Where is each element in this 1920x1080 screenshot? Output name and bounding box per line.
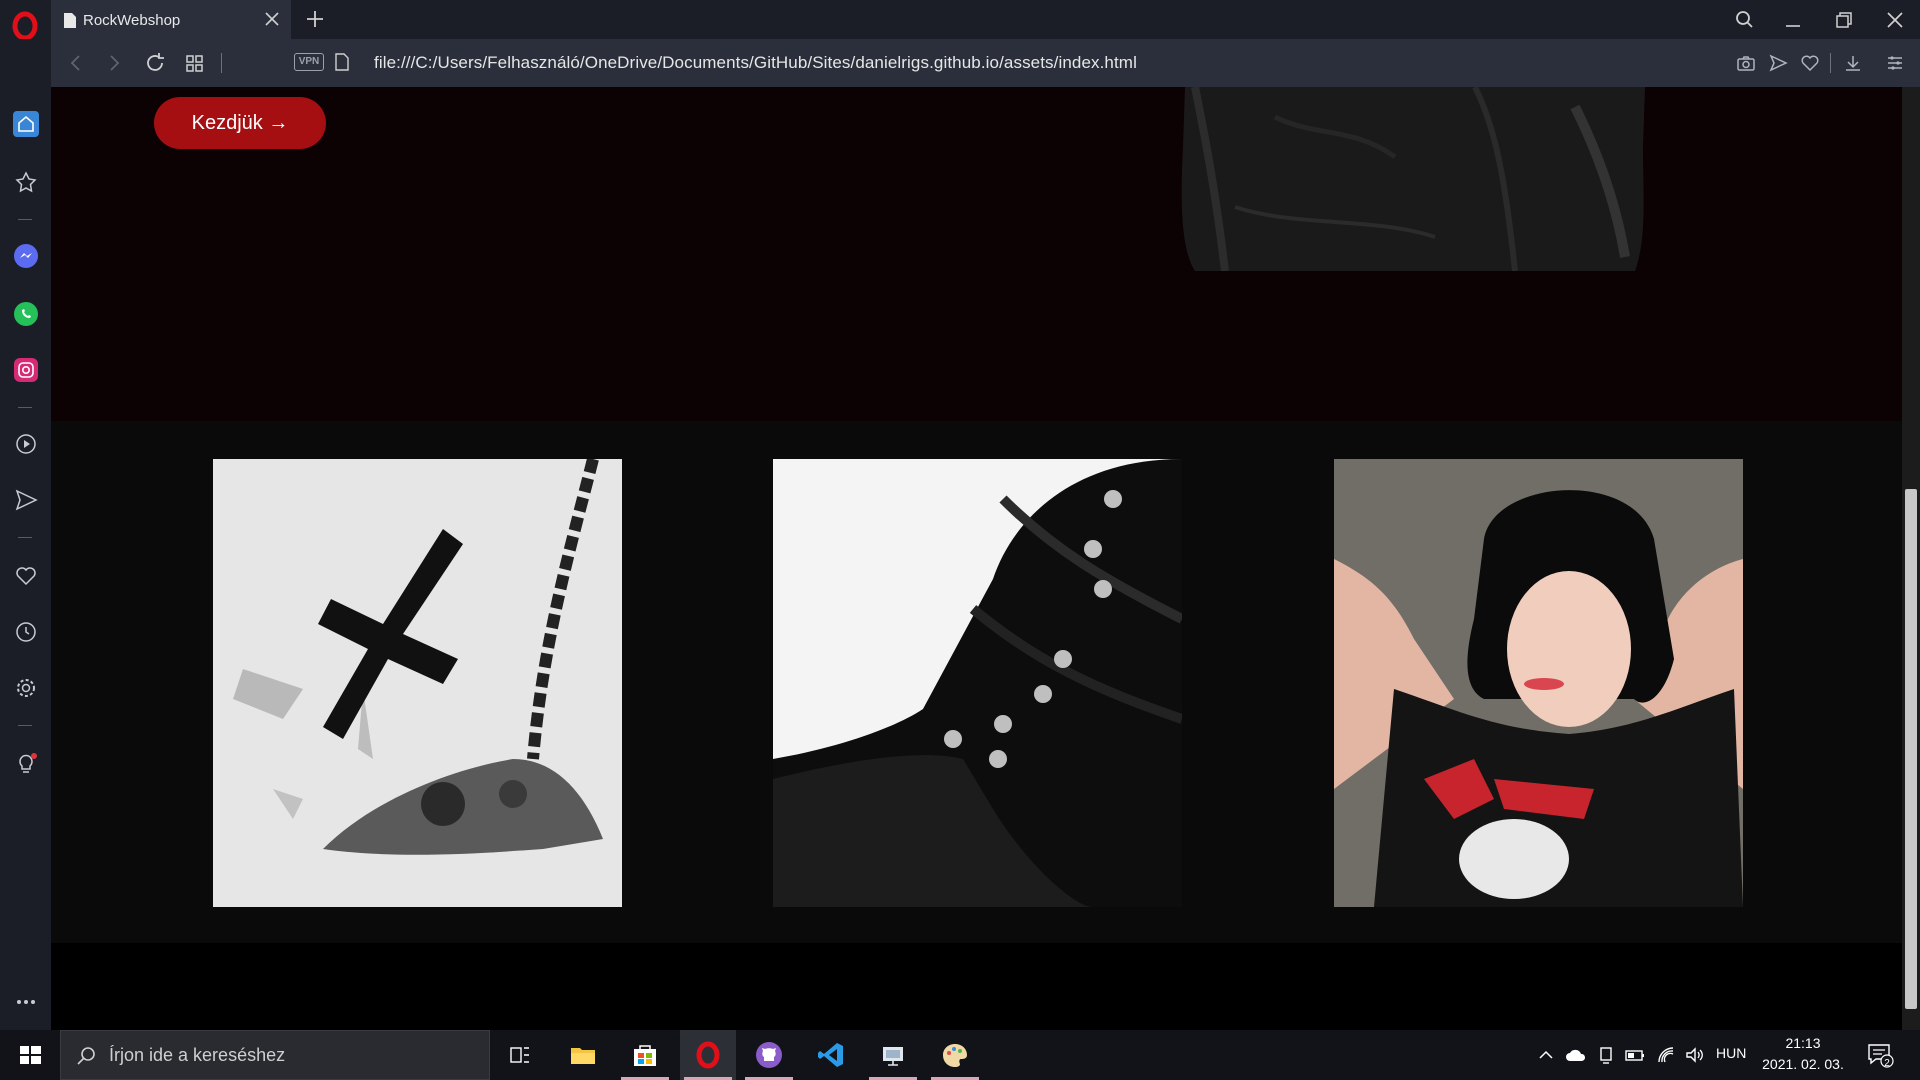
device-icon[interactable]: [1597, 1045, 1615, 1065]
reload-icon[interactable]: [143, 51, 167, 75]
opera-taskbar-icon[interactable]: [693, 1040, 723, 1070]
file-explorer-icon[interactable]: [568, 1040, 598, 1070]
sidebar-divider: [18, 219, 32, 220]
divider: [1830, 53, 1831, 73]
more-options-icon[interactable]: [13, 989, 39, 1015]
presentation-app-icon[interactable]: [878, 1040, 908, 1070]
taskbar-search-box[interactable]: Írjon ide a kereséshez: [60, 1030, 490, 1080]
hero-section: Kezdjük →: [51, 87, 1902, 421]
taskbar-clock[interactable]: 21:13 2021. 02. 03.: [1755, 1033, 1851, 1075]
leather-boots-image: [773, 459, 1182, 907]
restore-icon[interactable]: [1829, 6, 1859, 34]
sidebar-divider: [18, 407, 32, 408]
opera-menu-icon[interactable]: [10, 9, 40, 43]
tab-title: RockWebshop: [83, 12, 181, 29]
speed-dial-sidebar-icon[interactable]: [13, 169, 39, 195]
bookmarks-icon[interactable]: [13, 563, 39, 589]
bookmark-heart-icon[interactable]: [1798, 51, 1822, 75]
forward-icon[interactable]: [102, 51, 126, 75]
volume-icon[interactable]: [1684, 1045, 1704, 1065]
sidebar-divider: [18, 537, 32, 538]
cross-necklace-image: [213, 459, 622, 907]
hero-jacket-image: [1181, 87, 1645, 271]
vpn-badge[interactable]: VPN: [294, 53, 324, 71]
page-scrollbar[interactable]: [1902, 87, 1920, 1030]
windows-taskbar: Írjon ide a kereséshez HUN 21:13 2021. 0…: [0, 1030, 1920, 1080]
file-icon: [64, 13, 76, 28]
clock-date: 2021. 02. 03.: [1762, 1056, 1844, 1072]
page-footer-area: [51, 943, 1902, 1030]
snapshot-icon[interactable]: [1734, 51, 1758, 75]
easy-setup-icon[interactable]: [1883, 51, 1907, 75]
send-to-flow-icon[interactable]: [1766, 51, 1790, 75]
close-tab-icon[interactable]: [263, 10, 281, 28]
browser-tab[interactable]: RockWebshop: [51, 0, 291, 39]
start-button[interactable]: Kezdjük →: [154, 97, 326, 149]
webpage: Kezdjük →: [51, 87, 1902, 1030]
close-window-icon[interactable]: [1880, 6, 1910, 34]
scrollbar-thumb[interactable]: [1905, 489, 1917, 1009]
divider: [221, 53, 222, 73]
notification-count: 2: [1884, 1058, 1890, 1069]
input-language[interactable]: HUN: [1716, 1045, 1746, 1061]
gallery-section: [51, 421, 1902, 943]
battery-icon[interactable]: [1624, 1046, 1646, 1064]
search-placeholder: Írjon ide a kereséshez: [109, 1045, 286, 1065]
back-icon[interactable]: [64, 51, 88, 75]
minimize-icon[interactable]: [1778, 6, 1808, 34]
my-flow-icon[interactable]: [13, 487, 39, 513]
whatsapp-icon[interactable]: [13, 301, 39, 327]
browser-sidebar: [0, 39, 51, 1030]
paint-app-icon[interactable]: [940, 1040, 970, 1070]
home-icon[interactable]: [13, 111, 39, 137]
downloads-icon[interactable]: [1841, 51, 1865, 75]
clock-time: 21:13: [1785, 1035, 1821, 1051]
new-tab-icon[interactable]: [303, 7, 327, 31]
task-view-icon[interactable]: [505, 1040, 535, 1070]
messenger-icon[interactable]: [13, 243, 39, 269]
sidebar-divider: [18, 725, 32, 726]
woman-band-shirt-image: [1334, 459, 1743, 907]
player-icon[interactable]: [13, 431, 39, 457]
features-bulb-icon[interactable]: [13, 751, 39, 777]
settings-icon[interactable]: [13, 675, 39, 701]
onedrive-cloud-icon[interactable]: [1565, 1045, 1587, 1065]
address-bar: VPN file:///C:/Users/Felhasználó/OneDriv…: [51, 39, 1920, 87]
page-info-icon[interactable]: [335, 53, 349, 71]
tab-bar: RockWebshop: [0, 0, 1920, 41]
instagram-icon[interactable]: [13, 357, 39, 383]
search-tabs-icon[interactable]: [1730, 6, 1760, 34]
microsoft-store-icon[interactable]: [630, 1040, 660, 1070]
speed-dial-icon[interactable]: [183, 51, 207, 75]
url-field[interactable]: file:///C:/Users/Felhasználó/OneDrive/Do…: [374, 53, 1137, 73]
github-desktop-icon[interactable]: [754, 1040, 784, 1070]
search-icon: [77, 1047, 95, 1065]
history-icon[interactable]: [13, 619, 39, 645]
wifi-icon[interactable]: [1656, 1045, 1676, 1065]
tray-chevron-up-icon[interactable]: [1537, 1046, 1555, 1064]
windows-start-icon[interactable]: [15, 1040, 45, 1070]
vscode-icon[interactable]: [816, 1040, 846, 1070]
